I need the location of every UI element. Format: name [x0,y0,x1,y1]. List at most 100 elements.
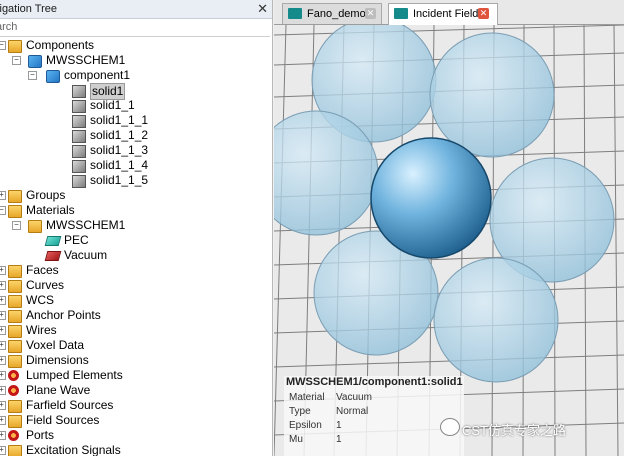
tree-item[interactable]: solid1_1_3 [0,143,272,158]
tree-item-label: Wires [26,323,57,337]
tree-item-label: Vacuum [64,248,108,262]
tree-item-label: Lumped Elements [26,368,123,382]
tree-item[interactable]: + Plane Wave [0,383,272,398]
solid-cube-icon [72,85,86,98]
tree-item[interactable]: − component1 [0,68,272,83]
tab-fano-demo[interactable]: Fano_demo ✕ [282,3,382,24]
tree-item-label: Field Sources [26,413,100,427]
tree-item[interactable]: solid1_1_1 [0,113,272,128]
tree-item[interactable]: solid1_1_4 [0,158,272,173]
tree-item-label: Groups [26,188,66,202]
center-sphere[interactable] [370,137,492,259]
folder-icon [8,310,22,323]
tree-item[interactable]: − MWSSCHEM1 [0,218,272,233]
collapse-icon[interactable]: − [28,71,37,80]
tab-incident-field[interactable]: Incident Field ✕ [388,3,498,25]
collapse-icon[interactable]: − [12,56,21,65]
object-info-overlay: MWSSCHEM1/component1:solid1 Material Vac… [284,376,464,456]
info-key: Epsilon [289,420,322,431]
tree-item[interactable]: Vacuum [0,248,272,263]
collapse-icon[interactable]: − [12,221,21,230]
tree-item[interactable]: + Voxel Data [0,338,272,353]
info-key: Type [289,406,311,417]
expand-icon[interactable]: + [0,401,6,410]
tree-item[interactable]: + Curves [0,278,272,293]
tree-item[interactable]: + Groups [0,188,272,203]
expand-icon[interactable]: + [0,356,6,365]
folder-icon [8,40,22,53]
tree-item[interactable]: solid1_1_5 [0,173,272,188]
wechat-icon [440,418,460,436]
folder-icon [8,205,22,218]
expand-icon[interactable]: + [0,266,6,275]
folder-icon [8,445,22,456]
tree-item[interactable]: PEC [0,233,272,248]
expand-icon[interactable]: + [0,191,6,200]
solid-cube-icon [72,175,86,188]
tree-item[interactable]: + WCS [0,293,272,308]
ports-icon [8,430,19,441]
expand-icon[interactable]: + [0,341,6,350]
plane-wave-icon [8,385,19,396]
folder-icon [8,295,22,308]
tree-item-label: Voxel Data [26,338,85,352]
expand-icon[interactable]: + [0,311,6,320]
expand-icon[interactable]: + [0,416,6,425]
tab-close-icon[interactable]: ✕ [478,8,489,19]
tree-item[interactable]: + Lumped Elements [0,368,272,383]
expand-icon[interactable]: + [0,431,6,440]
tree-item[interactable]: − MWSSCHEM1 [0,53,272,68]
tree-item[interactable]: solid1 [0,83,272,100]
folder-icon [28,220,42,233]
info-key: Mu [289,434,303,445]
tree-item-label: solid1_1_1 [90,113,149,127]
tree-item[interactable]: solid1_1 [0,98,272,113]
collapse-icon[interactable]: − [0,41,6,50]
tree-item-label: Ports [26,428,55,442]
tree-item[interactable]: + Excitation Signals [0,443,272,456]
tab-close-icon[interactable]: ✕ [365,8,376,19]
info-value: 1 [336,434,342,445]
tree-item-label: Dimensions [26,353,89,367]
lumped-elements-icon [8,370,19,381]
info-header: MWSSCHEM1/component1:solid1 [286,376,463,388]
expand-icon[interactable]: + [0,371,6,380]
navigation-tree-title-bar: vigation Tree ✕ [0,0,272,19]
tree-item[interactable]: − Components [0,38,272,53]
tree-item-label: solid1_1_4 [90,158,149,172]
tree-item-label: solid1_1 [90,98,135,112]
tree-item[interactable]: + Faces [0,263,272,278]
tree-item-label: Excitation Signals [26,443,121,456]
expand-icon[interactable]: + [0,386,6,395]
tree-item-label: PEC [64,233,89,247]
tree-item[interactable]: + Dimensions [0,353,272,368]
expand-icon[interactable]: + [0,326,6,335]
view-icon [394,8,408,19]
expand-icon[interactable]: + [0,446,6,455]
folder-icon [8,325,22,338]
tree-item[interactable]: + Wires [0,323,272,338]
tree-item-label: Faces [26,263,59,277]
tree-item-label: solid1_1_2 [90,128,149,142]
expand-icon[interactable]: + [0,281,6,290]
tree-item-label: Plane Wave [26,383,91,397]
tree-item[interactable]: + Ports [0,428,272,443]
expand-icon[interactable]: + [0,296,6,305]
watermark-text: CST仿真专家之路 [462,423,567,438]
search-input[interactable]: arch [0,19,270,37]
info-key: Material [289,392,325,403]
tree-item-label: MWSSCHEM1 [46,53,126,67]
tree-item[interactable]: − Materials [0,203,272,218]
close-icon[interactable]: ✕ [257,0,268,18]
tree-item[interactable]: + Field Sources [0,413,272,428]
tree-item-label: WCS [26,293,54,307]
material-vacuum-icon [44,251,62,261]
component-icon [28,55,42,68]
tree-item[interactable]: solid1_1_2 [0,128,272,143]
collapse-icon[interactable]: − [0,206,6,215]
tree-item-label: Components [26,38,95,52]
tree-item[interactable]: + Farfield Sources [0,398,272,413]
search-placeholder: arch [0,21,18,33]
folder-icon [8,265,22,278]
tree-item[interactable]: + Anchor Points [0,308,272,323]
